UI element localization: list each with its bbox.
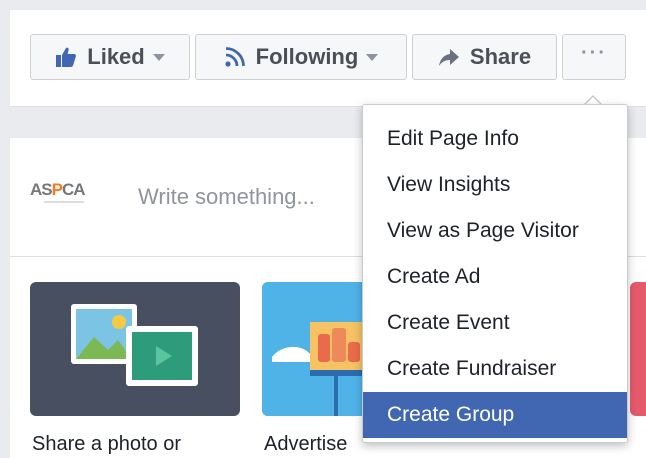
more-tile[interactable] [630,282,646,416]
share-arrow-icon [438,47,460,67]
share-button[interactable]: Share [412,34,557,80]
menu-item-create-fundraiser[interactable]: Create Fundraiser [363,346,627,392]
menu-item-create-ad[interactable]: Create Ad [363,254,627,300]
logo-tagline-bar [44,201,84,203]
composer-input[interactable]: Write something... [138,184,315,210]
menu-item-create-group[interactable]: Create Group [363,392,627,438]
menu-item-edit-page-info[interactable]: Edit Page Info [363,116,627,162]
share-photo-caption: Share a photo or [32,433,181,455]
rss-icon [224,46,246,68]
menu-item-create-event[interactable]: Create Event [363,300,627,346]
menu-item-view-insights[interactable]: View Insights [363,162,627,208]
aspca-logo: ASPCA [30,180,86,199]
menu-list: Edit Page Info View Insights View as Pag… [363,116,627,438]
advertise-caption: Advertise [264,433,348,455]
page-action-bar: Liked Following Share ··· [10,10,646,107]
menu-item-view-as-page-visitor[interactable]: View as Page Visitor [363,208,627,254]
liked-button[interactable]: Liked [30,34,190,80]
following-button[interactable]: Following [195,34,407,80]
caret-down-icon [366,53,379,61]
share-label: Share [469,44,532,69]
share-photo-tile[interactable] [30,282,240,416]
more-options-menu: Edit Page Info View Insights View as Pag… [362,104,628,443]
more-dots-icon: ··· [581,41,607,64]
caret-down-icon [152,53,165,61]
following-label: Following [255,44,359,69]
photo-video-icon [71,304,198,386]
thumbs-up-icon [55,46,77,68]
more-options-button[interactable]: ··· [562,34,626,80]
liked-label: Liked [87,44,145,69]
